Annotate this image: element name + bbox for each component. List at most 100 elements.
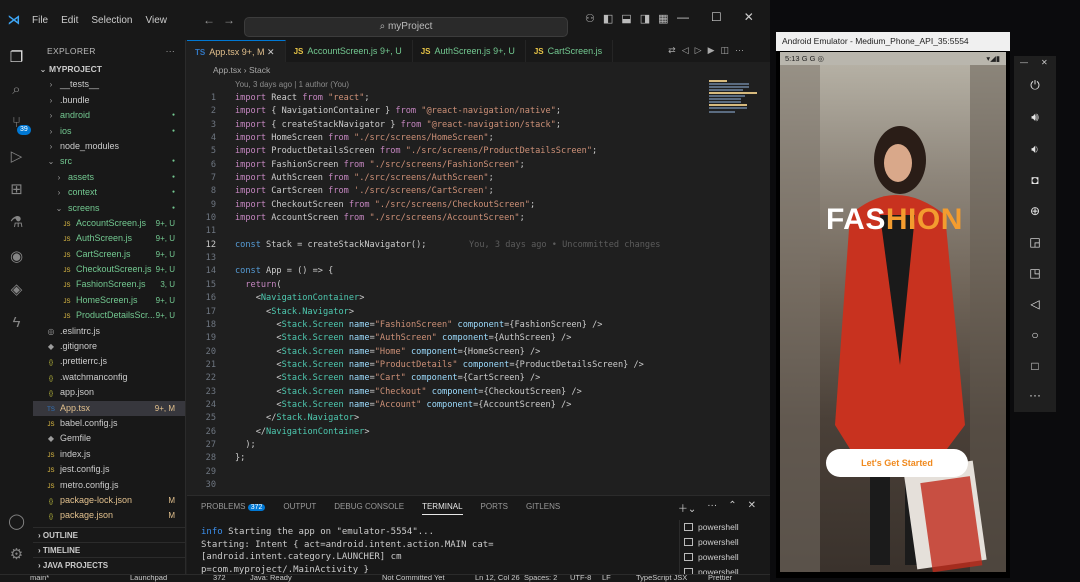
tab-close-icon[interactable]: ✕ (267, 47, 275, 57)
gitlens-icon[interactable]: ◈ (0, 280, 33, 298)
code-line[interactable]: 23 <Stack.Screen name="Checkout" compone… (187, 386, 707, 399)
maximize-icon[interactable]: ☐ (711, 10, 722, 24)
explorer-item[interactable]: JS jest.config.js (33, 462, 185, 477)
menu-file[interactable]: File (32, 15, 48, 26)
new-terminal-icon[interactable]: ＋⌄ (678, 500, 696, 515)
menu-view[interactable]: View (146, 15, 168, 26)
testing-icon[interactable]: ⚗ (0, 213, 33, 231)
explorer-item[interactable]: {} package.json M (33, 508, 185, 523)
code-line[interactable]: 20 <Stack.Screen name="Home" component={… (187, 346, 707, 359)
back-arrow-icon[interactable]: ← (203, 13, 223, 27)
run-debug-icon[interactable]: ▷ (0, 147, 33, 165)
code-line[interactable]: 17 <Stack.Navigator> (187, 306, 707, 319)
compare-icon[interactable]: ⇄ (668, 45, 676, 56)
tab-gitlens[interactable]: GITLENS (526, 502, 560, 515)
close-panel-icon[interactable]: ✕ (748, 500, 756, 515)
explorer-item[interactable]: JS AccountScreen.js 9+, U (33, 216, 185, 231)
explorer-item[interactable]: {} package-lock.json M (33, 493, 185, 508)
code-line[interactable]: 14 const App = () => { (187, 265, 707, 278)
code-line[interactable]: 7 import AuthScreen from "./src/screens/A… (187, 172, 707, 185)
code-line[interactable]: 15 return( (187, 279, 707, 292)
outline-section[interactable]: › OUTLINE (33, 527, 186, 542)
explorer-item[interactable]: {} .prettierrc.js (33, 354, 185, 369)
code-line[interactable]: 9 import CheckoutScreen from "./src/scree… (187, 199, 707, 212)
explorer-item[interactable]: JS FashionScreen.js 3, U (33, 277, 185, 292)
code-line[interactable]: 1 import React from "react"; (187, 92, 707, 105)
tab-cart-screen[interactable]: JS CartScreen.js (526, 40, 614, 62)
settings-gear-icon[interactable]: ⚙ (0, 545, 33, 563)
explorer-item[interactable]: TS App.tsx 9+, M (33, 400, 185, 416)
explorer-item[interactable]: JS metro.config.js (33, 478, 185, 493)
code-line[interactable]: 26 </NavigationContainer> (187, 426, 707, 439)
status-encoding[interactable]: UTF-8 (570, 575, 591, 582)
volume-down-icon[interactable]: 🔉︎ (1014, 142, 1056, 157)
breadcrumb-symbol[interactable]: Stack (249, 65, 270, 75)
minimap[interactable] (707, 78, 761, 118)
code-line[interactable]: 27 ); (187, 439, 707, 452)
search-view-icon[interactable]: ⌕ (0, 81, 33, 98)
code-line[interactable]: 13 (187, 252, 707, 265)
code-line[interactable]: 29 (187, 466, 707, 479)
status-branch[interactable]: main* (30, 575, 49, 582)
code-line[interactable]: 18 <Stack.Screen name="FashionScreen" co… (187, 319, 707, 332)
panel-more-icon[interactable]: ··· (707, 500, 717, 515)
power-icon[interactable]: ⏻ (1014, 78, 1056, 93)
explorer-item[interactable]: JS babel.config.js (33, 416, 185, 431)
explorer-item[interactable]: ◎ .eslintrc.js (33, 324, 185, 339)
tab-account-screen[interactable]: JS AccountScreen.js 9+, U (286, 40, 413, 62)
timeline-back-icon[interactable]: ◁ (682, 45, 689, 56)
extensions-icon[interactable]: ⊞ (0, 180, 33, 198)
more-actions-icon[interactable]: ··· (166, 46, 175, 56)
status-eol[interactable]: LF (602, 575, 611, 582)
terminal-item[interactable]: powershell (684, 550, 759, 565)
explorer-item[interactable]: JS HomeScreen.js 9+, U (33, 293, 185, 308)
rotate-left-icon[interactable]: ◲ (1014, 235, 1056, 249)
explorer-item[interactable]: ⌄ screens ● (33, 201, 185, 216)
explorer-item[interactable]: JS CheckoutScreen.js 9+, U (33, 262, 185, 277)
remote-explorer-icon[interactable]: ◉ (0, 247, 33, 265)
status-cursor[interactable]: Ln 12, Col 26 (475, 575, 520, 582)
get-started-button[interactable]: Let's Get Started (826, 449, 968, 477)
timeline-section[interactable]: › TIMELINE (33, 542, 186, 557)
source-control-icon[interactable]: ⑂ 39 (0, 114, 33, 135)
code-line[interactable]: 12 const Stack = createStackNavigator(); Y… (187, 239, 707, 252)
forward-arrow-icon[interactable]: → (223, 13, 243, 27)
phone-screen[interactable]: 5:13 G G ◎ ▾◢▮ FASHION Let's Get Started (780, 52, 1006, 572)
home-icon[interactable]: ○ (1014, 328, 1056, 342)
code-line[interactable]: 6 import FashionScreen from "./src/screen… (187, 159, 707, 172)
zoom-icon[interactable]: ⊕ (1014, 204, 1056, 218)
code-line[interactable]: 24 <Stack.Screen name="Account" componen… (187, 399, 707, 412)
more-options-icon[interactable]: ··· (1014, 388, 1056, 402)
overview-icon[interactable]: □ (1014, 359, 1056, 373)
explorer-item[interactable]: › assets ● (33, 170, 185, 185)
play-icon[interactable]: ▶ (708, 45, 715, 56)
copilot-icon[interactable]: ⚇ (585, 12, 595, 25)
timeline-forward-icon[interactable]: ▷ (695, 45, 702, 56)
project-root[interactable]: ⌄ MYPROJECT (33, 62, 185, 77)
code-line[interactable]: 21 <Stack.Screen name="ProductDetails" c… (187, 359, 707, 372)
code-line[interactable]: 28}; (187, 452, 707, 465)
thunder-icon[interactable]: ϟ (0, 314, 33, 331)
close-icon[interactable]: ✕ (744, 10, 754, 24)
toggle-secondary-sidebar-icon[interactable]: ◨ (640, 12, 650, 25)
explorer-item[interactable]: › __tests__ (33, 77, 185, 92)
explorer-item[interactable]: {} .watchmanconfig (33, 370, 185, 385)
explorer-item[interactable]: › context ● (33, 185, 185, 200)
code-line[interactable]: 4 import HomeScreen from "./src/screens/H… (187, 132, 707, 145)
side-minimize-icon[interactable]: — (1020, 58, 1028, 67)
explorer-item[interactable]: JS index.js (33, 447, 185, 462)
explorer-item[interactable]: {} app.json (33, 385, 185, 400)
status-problems[interactable]: 372 (213, 575, 226, 582)
explorer-item[interactable]: JS ProductDetailsScr... 9+, U (33, 308, 185, 323)
explorer-item[interactable]: ◆ .gitignore (33, 339, 185, 354)
tab-ports[interactable]: PORTS (481, 502, 508, 515)
status-launchpad[interactable]: Launchpad (130, 575, 167, 582)
split-editor-icon[interactable]: ◫ (720, 45, 729, 56)
code-line[interactable]: 8 import CartScreen from './src/screens/C… (187, 185, 707, 198)
code-line[interactable]: 11 (187, 225, 707, 238)
toggle-sidebar-icon[interactable]: ◧ (603, 12, 613, 25)
code-line[interactable]: 16 <NavigationContainer> (187, 292, 707, 305)
code-line[interactable]: 30 (187, 479, 707, 492)
code-line[interactable]: 5 import ProductDetailsScreen from "./src… (187, 145, 707, 158)
explorer-item[interactable]: › ios ● (33, 124, 185, 139)
